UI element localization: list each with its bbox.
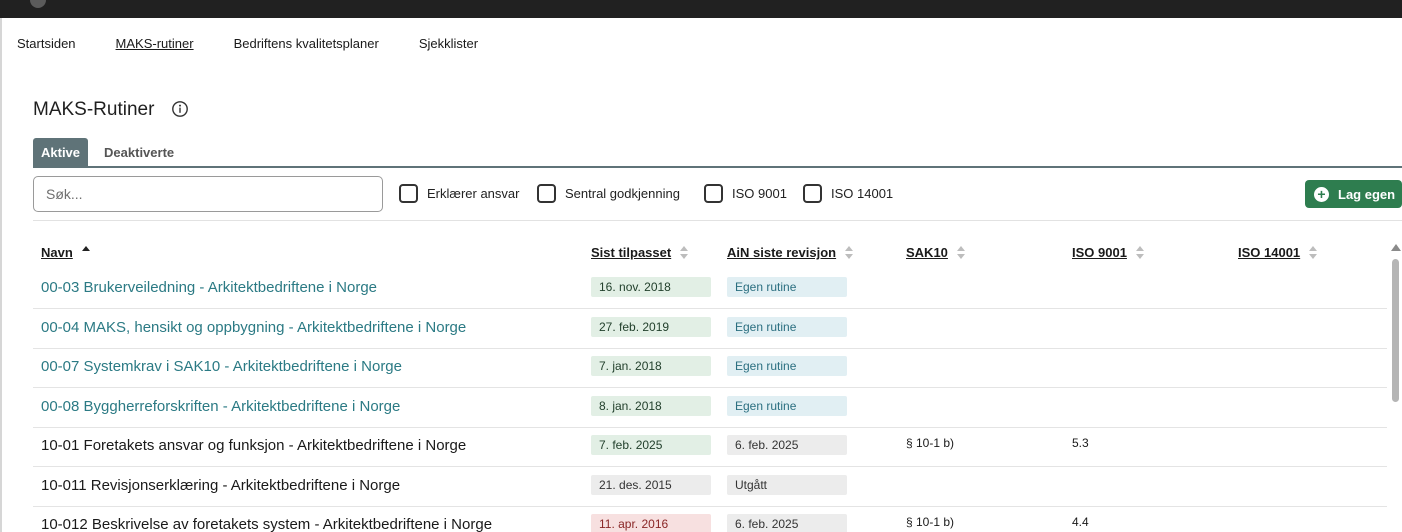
sort-ascending-icon: [81, 246, 90, 251]
iso9001-cell: 4.4: [1072, 515, 1089, 529]
page-title: MAKS-Rutiner: [33, 99, 155, 120]
last-adjusted-badge: 11. apr. 2016: [591, 514, 711, 532]
sort-icon: [680, 245, 689, 260]
sort-icon: [845, 245, 854, 260]
table-row[interactable]: 00-03 Brukerveiledning - Arkitektbedrift…: [33, 269, 1387, 309]
column-label: Navn: [41, 245, 73, 260]
tab-aktive[interactable]: Aktive: [33, 138, 89, 168]
tab-bar: Aktive Deaktiverte: [33, 138, 182, 168]
routine-name[interactable]: 10-011 Revisjonserklæring - Arkitektbedr…: [41, 477, 400, 494]
filter-label: ISO 9001: [732, 186, 787, 201]
column-label: AiN siste revisjon: [727, 245, 837, 260]
nav-item-sjekklister[interactable]: Sjekklister: [419, 36, 478, 51]
filter-iso-14001[interactable]: ISO 14001: [803, 184, 893, 203]
last-adjusted-badge: 7. feb. 2025: [591, 435, 711, 455]
revision-badge: Utgått: [727, 475, 847, 495]
last-adjusted-badge: 27. feb. 2019: [591, 317, 711, 337]
table-row[interactable]: 00-04 MAKS, hensikt og oppbygning - Arki…: [33, 309, 1387, 349]
checkbox-sentral-godkjenning[interactable]: [537, 184, 556, 203]
sak10-cell: § 10-1 b): [906, 436, 955, 450]
checkbox-erklaerer-ansvar[interactable]: [399, 184, 418, 203]
checkbox-iso-9001[interactable]: [704, 184, 723, 203]
filter-label: ISO 14001: [831, 186, 894, 201]
filter-erklaerer-ansvar[interactable]: Erklærer ansvar: [399, 184, 519, 203]
filter-label: Erklærer ansvar: [427, 186, 520, 201]
column-header-sak10[interactable]: SAK10: [906, 245, 966, 260]
column-header-navn[interactable]: Navn: [41, 245, 90, 260]
revision-badge: Egen rutine: [727, 317, 847, 337]
filter-label: Sentral godkjenning: [565, 186, 680, 201]
column-label: ISO 14001: [1238, 245, 1301, 260]
revision-badge: Egen rutine: [727, 277, 847, 297]
revision-badge: 6. feb. 2025: [727, 435, 847, 455]
info-circle-icon[interactable]: [171, 100, 189, 118]
sort-icon: [1135, 245, 1145, 260]
column-header-iso-14001[interactable]: ISO 14001: [1238, 245, 1318, 260]
main-nav: Startsiden MAKS-rutiner Bedriftens kvali…: [17, 36, 518, 51]
revision-badge: Egen rutine: [727, 356, 847, 376]
revision-badge: Egen rutine: [727, 396, 847, 416]
nav-item-kvalitetsplaner[interactable]: Bedriftens kvalitetsplaner: [234, 36, 379, 51]
column-label: Sist tilpasset: [591, 245, 672, 260]
table-row[interactable]: 00-07 Systemkrav i SAK10 - Arkitektbedri…: [33, 348, 1387, 388]
last-adjusted-badge: 8. jan. 2018: [591, 396, 711, 416]
routine-link[interactable]: 00-07 Systemkrav i SAK10 - Arkitektbedri…: [41, 358, 402, 375]
nav-item-maks-rutiner[interactable]: MAKS-rutiner: [116, 36, 194, 51]
lag-egen-label: Lag egen: [1338, 186, 1396, 202]
left-border: [0, 18, 2, 532]
top-bar: [0, 0, 1402, 18]
tab-deaktiverte[interactable]: Deaktiverte: [88, 138, 182, 168]
search-input[interactable]: [33, 176, 383, 212]
scrollbar-thumb[interactable]: [1392, 259, 1399, 402]
iso9001-cell: 5.3: [1072, 436, 1089, 450]
scroll-up-icon[interactable]: [1391, 244, 1401, 251]
routine-link[interactable]: 00-04 MAKS, hensikt og oppbygning - Arki…: [41, 319, 466, 336]
column-header-iso-9001[interactable]: ISO 9001: [1072, 245, 1145, 260]
column-label: ISO 9001: [1072, 245, 1127, 260]
avatar[interactable]: [30, 0, 46, 8]
column-header-sist-tilpasset[interactable]: Sist tilpasset: [591, 245, 689, 260]
sort-icon: [956, 245, 966, 260]
last-adjusted-badge: 16. nov. 2018: [591, 277, 711, 297]
filter-iso-9001[interactable]: ISO 9001: [704, 184, 787, 203]
tab-underline: [33, 166, 1402, 168]
routine-link[interactable]: 00-08 Byggherreforskriften - Arkitektbed…: [41, 398, 400, 415]
filter-sentral-godkjenning[interactable]: Sentral godkjenning: [537, 184, 680, 203]
checkbox-iso-14001[interactable]: [803, 184, 822, 203]
divider: [33, 220, 1402, 221]
lag-egen-button[interactable]: + Lag egen: [1305, 180, 1402, 208]
column-label: SAK10: [906, 245, 948, 260]
routine-name[interactable]: 10-012 Beskrivelse av foretakets system …: [41, 516, 492, 532]
plus-circle-icon: +: [1314, 186, 1329, 202]
last-adjusted-badge: 21. des. 2015: [591, 475, 711, 495]
nav-item-startsiden[interactable]: Startsiden: [17, 36, 76, 51]
revision-badge: 6. feb. 2025: [727, 514, 847, 532]
routine-name[interactable]: 10-01 Foretakets ansvar og funksjon - Ar…: [41, 437, 466, 454]
column-header-ain-siste-revisjon[interactable]: AiN siste revisjon: [727, 245, 854, 260]
routine-link[interactable]: 00-03 Brukerveiledning - Arkitektbedrift…: [41, 279, 377, 296]
table-row[interactable]: 00-08 Byggherreforskriften - Arkitektbed…: [33, 388, 1387, 428]
last-adjusted-badge: 7. jan. 2018: [591, 356, 711, 376]
table-row[interactable]: 10-01 Foretakets ansvar og funksjon - Ar…: [33, 427, 1387, 467]
table-row[interactable]: 10-012 Beskrivelse av foretakets system …: [33, 506, 1387, 532]
table-row[interactable]: 10-011 Revisjonserklæring - Arkitektbedr…: [33, 467, 1387, 507]
sak10-cell: § 10-1 b): [906, 515, 955, 529]
sort-icon: [1309, 245, 1318, 260]
